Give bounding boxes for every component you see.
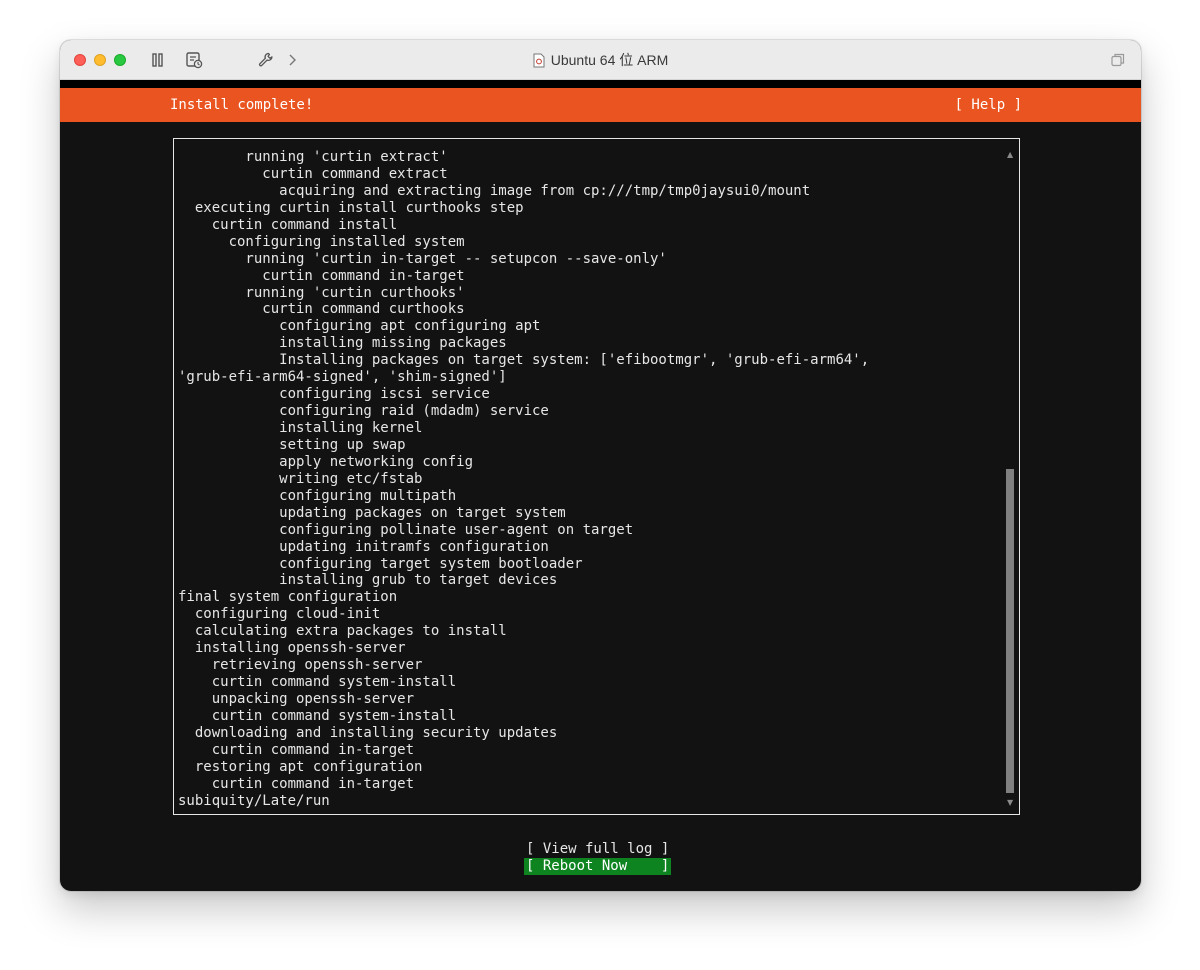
help-button[interactable]: [ Help ]: [955, 97, 1022, 113]
log-line: Installing packages on target system: ['…: [178, 352, 870, 369]
log-line: updating packages on target system: [178, 504, 566, 521]
log-line: updating initramfs configuration: [178, 538, 549, 555]
reboot-now-button[interactable]: [ Reboot Now ]: [524, 858, 672, 875]
log-line: configuring multipath: [178, 487, 457, 504]
log-line: final system configuration: [178, 589, 398, 606]
window-title: Ubuntu 64 位 ARM: [60, 40, 1141, 80]
zoom-button[interactable]: [114, 54, 126, 66]
log-line: apply networking config: [178, 453, 474, 470]
log-line: curtin command curthooks: [178, 301, 465, 318]
page-title: Install complete!: [170, 97, 314, 113]
log-line: writing etc/fstab: [178, 470, 423, 487]
log-line: configuring apt configuring apt: [178, 318, 541, 335]
log-line: configuring pollinate user-agent on targ…: [178, 521, 634, 538]
log-line: configuring installed system: [178, 233, 465, 250]
log-line: curtin command install: [178, 216, 398, 233]
log-line: curtin command extract: [178, 165, 448, 182]
log-line: curtin command system-install: [178, 674, 457, 691]
log-line: installing missing packages: [178, 335, 507, 352]
log-line: acquiring and extracting image from cp:/…: [178, 182, 811, 199]
log-line: curtin command in-target: [178, 775, 415, 792]
pause-icon[interactable]: [148, 50, 168, 70]
vm-window: Ubuntu 64 位 ARM Install complete! [ Help…: [60, 40, 1141, 891]
log-line: curtin command system-install: [178, 707, 457, 724]
log-line: running 'curtin extract': [178, 149, 448, 165]
scroll-thumb[interactable]: [1006, 469, 1014, 793]
title-bar[interactable]: Ubuntu 64 位 ARM: [60, 40, 1141, 80]
install-log-panel[interactable]: running 'curtin extract' curtin command …: [173, 138, 1020, 815]
log-line: installing openssh-server: [178, 640, 406, 657]
log-line: configuring target system bootloader: [178, 555, 583, 572]
close-button[interactable]: [74, 54, 86, 66]
top-border: [60, 80, 1141, 88]
log-line: configuring cloud-init: [178, 606, 381, 623]
log-line: curtin command in-target: [178, 267, 465, 284]
log-line: downloading and installing security upda…: [178, 724, 558, 741]
log-line: configuring raid (mdadm) service: [178, 403, 549, 420]
log-line: configuring iscsi service: [178, 386, 490, 403]
log-line: 'grub-efi-arm64-signed', 'shim-signed']: [178, 369, 507, 386]
scroll-up-arrow-icon[interactable]: ▲: [1007, 150, 1013, 159]
snapshot-icon[interactable]: [184, 50, 204, 70]
log-lines: running 'curtin extract' curtin command …: [178, 149, 869, 810]
log-line: installing grub to target devices: [178, 572, 558, 589]
log-line: restoring apt configuration: [178, 758, 423, 775]
window-title-text: Ubuntu 64 位 ARM: [550, 52, 669, 68]
log-line: running 'curtin curthooks': [178, 284, 465, 301]
log-line: installing kernel: [178, 420, 423, 436]
chevron-right-icon[interactable]: [282, 50, 302, 70]
log-line: retrieving openssh-server: [178, 657, 423, 674]
log-line: executing curtin install curthooks step: [178, 199, 524, 216]
minimize-button[interactable]: [94, 54, 106, 66]
log-line: running 'curtin in-target -- setupcon --…: [178, 250, 667, 267]
log-line: subiquity/Late/run: [178, 792, 330, 809]
log-line: setting up swap: [178, 436, 406, 453]
log-scrollbar[interactable]: ▲ ▼: [1006, 147, 1016, 807]
installer-header: Install complete! [ Help ]: [60, 88, 1141, 122]
log-line: calculating extra packages to install: [178, 623, 507, 640]
log-line: curtin command in-target: [178, 741, 415, 758]
log-line: unpacking openssh-server: [178, 691, 415, 707]
vm-document-icon: [533, 53, 545, 67]
wrench-icon[interactable]: [256, 50, 276, 70]
restore-icon[interactable]: [1108, 50, 1128, 70]
view-full-log-button[interactable]: [ View full log ]: [526, 841, 669, 858]
scroll-down-arrow-icon[interactable]: ▼: [1007, 798, 1013, 807]
